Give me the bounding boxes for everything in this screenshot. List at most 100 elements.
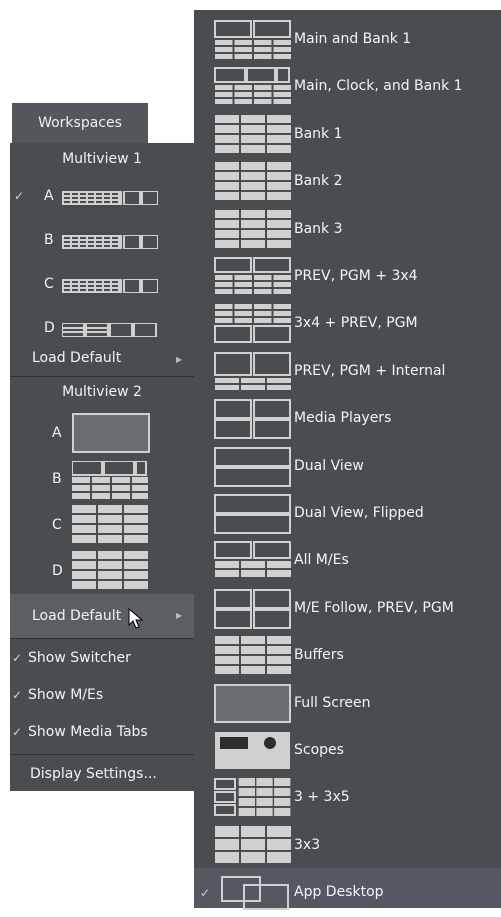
option-show-mes[interactable]: ✓ Show M/Es [10, 681, 194, 711]
mv1-item-a-label: A [44, 188, 54, 204]
layout-buffers-icon [214, 636, 292, 680]
layout-main-clock-bank-icon [72, 461, 148, 499]
option-show-switcher[interactable]: ✓ Show Switcher [10, 644, 194, 674]
layout-item[interactable]: M/E Follow, PREV, PGM [194, 587, 501, 631]
mv1-load-default[interactable]: Load Default ▶ [10, 346, 194, 376]
layout-item[interactable]: All M/Es [194, 539, 501, 583]
multiview-layout-icon [62, 323, 157, 337]
mv1-item-c-label: C [44, 276, 54, 292]
layout-app-desktop-icon [214, 873, 292, 917]
layout-item[interactable]: PREV, PGM + Internal [194, 350, 501, 394]
mv2-item-b-label: B [52, 471, 62, 487]
multiview1-title: Multiview 1 [62, 151, 142, 167]
display-settings-label: Display Settings... [30, 766, 157, 782]
mouse-cursor-icon [128, 608, 144, 629]
layout-bank-icon [72, 551, 148, 589]
layout-item[interactable]: Dual View, Flipped [194, 492, 501, 536]
layout-3x3-icon [214, 826, 292, 870]
check-icon: ✓ [14, 189, 25, 203]
layout-item-label: App Desktop [294, 884, 384, 900]
layout-item-label: Dual View, Flipped [294, 505, 424, 521]
layout-item-label: PREV, PGM + Internal [294, 363, 446, 379]
layout-item[interactable]: 3 + 3x5 [194, 776, 501, 820]
mv1-item-c[interactable]: C [10, 267, 194, 303]
mv2-item-c[interactable]: C [10, 503, 194, 547]
layout-item[interactable]: PREV, PGM + 3x4 [194, 255, 501, 299]
mv2-item-a-label: A [52, 425, 62, 441]
multiview-layout-icon [62, 235, 158, 249]
multiview-layout-icon [62, 191, 158, 205]
layout-item[interactable]: Main, Clock, and Bank 1 [194, 65, 501, 109]
layout-item-label: Dual View [294, 458, 364, 474]
layout-item[interactable]: Full Screen [194, 682, 501, 726]
mv2-item-d[interactable]: D [10, 549, 194, 593]
layout-full-icon [72, 413, 150, 453]
layout-item[interactable]: Bank 1 [194, 113, 501, 157]
layout-item-label: Bank 2 [294, 173, 343, 189]
layout-dual-view-flipped-icon [214, 494, 292, 538]
layout-item-label: Main, Clock, and Bank 1 [294, 78, 463, 94]
submenu-arrow-icon: ▶ [176, 611, 183, 620]
check-icon: ✓ [12, 651, 23, 665]
layout-item[interactable]: ✓ App Desktop [194, 871, 501, 915]
mv2-item-c-label: C [52, 517, 62, 533]
layout-bank-icon [72, 505, 148, 543]
layout-item[interactable]: Bank 3 [194, 208, 501, 252]
layout-3-3x5-icon [214, 778, 292, 822]
layout-item-label: 3 + 3x5 [294, 789, 350, 805]
layout-item-label: All M/Es [294, 552, 349, 568]
option-label: Show M/Es [28, 687, 104, 703]
mv1-load-default-label: Load Default [32, 350, 122, 366]
layout-item[interactable]: 3x3 [194, 824, 501, 868]
mv1-item-a[interactable]: ✓ A [10, 179, 194, 215]
divider [10, 376, 194, 377]
layout-item[interactable]: 3x4 + PREV, PGM [194, 302, 501, 346]
layout-item[interactable]: Buffers [194, 634, 501, 678]
mv2-item-b[interactable]: B [10, 457, 194, 501]
layout-item-label: Scopes [294, 742, 344, 758]
layout-item[interactable]: Dual View [194, 445, 501, 489]
layout-item-label: Buffers [294, 647, 344, 663]
layout-scopes-icon [214, 731, 292, 775]
layout-item-label: Main and Bank 1 [294, 31, 412, 47]
layout-item[interactable]: Bank 2 [194, 160, 501, 204]
divider [10, 754, 194, 755]
layout-bank-icon [214, 162, 292, 206]
mv2-item-a[interactable]: A [10, 409, 194, 455]
layout-main-bank-icon [214, 20, 292, 64]
multiview2-title: Multiview 2 [62, 384, 142, 400]
layout-item-label: Media Players [294, 410, 392, 426]
layout-item-label: Bank 3 [294, 221, 343, 237]
layout-full-screen-icon [214, 684, 292, 728]
layout-item-label: Full Screen [294, 695, 371, 711]
multiview-layout-icon [62, 279, 158, 293]
layout-item-label: M/E Follow, PREV, PGM [294, 600, 454, 616]
option-show-media-tabs[interactable]: ✓ Show Media Tabs [10, 718, 194, 748]
layout-main-clock-bank-icon [214, 67, 292, 111]
mv1-item-b-label: B [44, 232, 54, 248]
layout-bank-icon [214, 210, 292, 254]
layout-item-label: 3x3 [294, 837, 321, 853]
mv1-item-b[interactable]: B [10, 223, 194, 259]
layout-item[interactable]: Media Players [194, 397, 501, 441]
mv1-item-d-label: D [44, 320, 55, 336]
check-icon: ✓ [12, 688, 23, 702]
workspaces-button[interactable]: Workspaces [12, 103, 148, 143]
layout-item-label: 3x4 + PREV, PGM [294, 315, 418, 331]
layout-prev-pgm-internal-icon [214, 352, 292, 396]
layout-media-players-icon [214, 399, 292, 443]
check-icon: ✓ [200, 886, 211, 900]
layout-item[interactable]: Scopes [194, 729, 501, 773]
check-icon: ✓ [12, 725, 23, 739]
layout-all-mes-icon [214, 541, 292, 585]
layout-bank-icon [214, 115, 292, 159]
submenu-arrow-icon: ▶ [176, 355, 183, 364]
layout-dual-view-icon [214, 447, 292, 491]
option-label: Show Switcher [28, 650, 131, 666]
mv2-load-default[interactable]: Load Default ▶ [10, 594, 194, 638]
mv2-item-d-label: D [52, 563, 63, 579]
display-settings-item[interactable]: Display Settings... [10, 760, 194, 790]
layout-item[interactable]: Main and Bank 1 [194, 18, 501, 62]
mv1-item-d[interactable]: D [10, 311, 194, 347]
layout-3x4-prev-pgm-icon [214, 304, 292, 348]
